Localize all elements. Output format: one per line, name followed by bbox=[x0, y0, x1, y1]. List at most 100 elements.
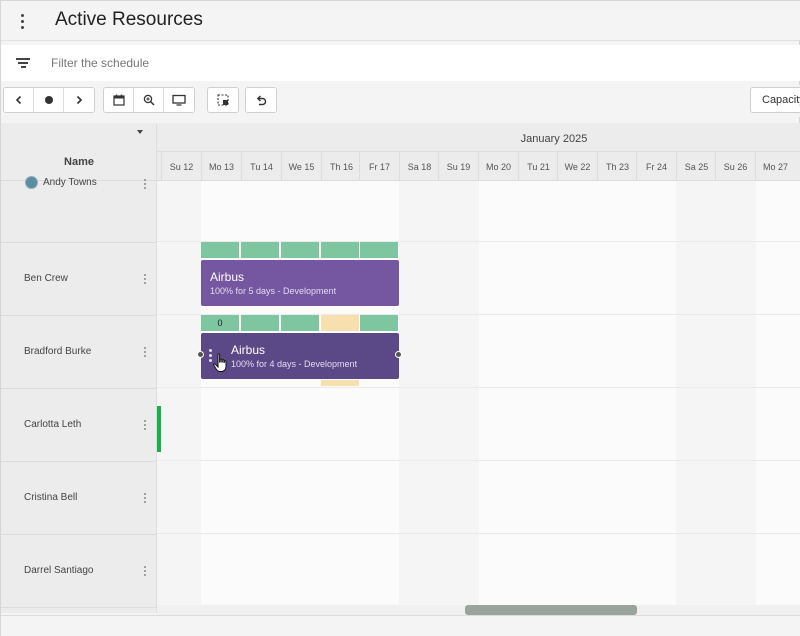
timeline-header: January 2025 S Su 12 Mo 13 Tu 14 We 15 T… bbox=[157, 123, 800, 181]
month-label: January 2025 bbox=[520, 133, 588, 145]
scheduler-app: Active Resources Filter the schedule Cap… bbox=[0, 0, 800, 636]
day-header[interactable]: Tu 14 bbox=[241, 152, 281, 180]
histogram-cell bbox=[241, 315, 280, 331]
circle-today-icon bbox=[44, 96, 53, 104]
horizontal-scrollbar[interactable] bbox=[157, 605, 800, 615]
today-button[interactable] bbox=[34, 88, 64, 112]
undo-button-group bbox=[245, 87, 277, 113]
day-header[interactable]: Su 12 bbox=[161, 152, 201, 180]
day-header[interactable]: Th 16 bbox=[321, 152, 361, 180]
selection-icon bbox=[217, 94, 229, 106]
row-kebab-icon[interactable] bbox=[143, 420, 147, 430]
day-header[interactable]: Fr 24 bbox=[636, 152, 676, 180]
app-header: Active Resources bbox=[1, 1, 800, 41]
event-name: Airbus bbox=[231, 343, 266, 357]
caret-down-icon[interactable] bbox=[137, 130, 143, 134]
name-column-label: Name bbox=[64, 156, 94, 168]
resource-name: Cristina Bell bbox=[24, 492, 78, 503]
zoom-button[interactable] bbox=[134, 88, 164, 112]
histogram-cell bbox=[360, 315, 399, 331]
day-header[interactable]: We 15 bbox=[281, 152, 321, 180]
row-kebab-icon[interactable] bbox=[143, 566, 147, 576]
kebab-vertical-icon[interactable] bbox=[15, 11, 29, 31]
histogram-cell bbox=[241, 242, 280, 258]
weekend-shade bbox=[157, 181, 201, 607]
day-header[interactable]: Mo 13 bbox=[201, 152, 241, 180]
fit-view-button[interactable] bbox=[164, 88, 194, 112]
day-header[interactable]: Mo 27 bbox=[755, 152, 795, 180]
event-description: 100% for 5 days - Development bbox=[210, 286, 337, 296]
day-header[interactable]: Th 23 bbox=[597, 152, 637, 180]
calendar-icon bbox=[112, 94, 125, 106]
row-kebab-icon[interactable] bbox=[143, 274, 147, 284]
resource-row[interactable]: Bradford Burke bbox=[1, 316, 156, 389]
monitor-icon bbox=[172, 94, 186, 106]
resource-row[interactable]: Ben Crew bbox=[1, 243, 156, 316]
histogram-cell bbox=[360, 242, 399, 258]
filter-bar bbox=[1, 45, 800, 81]
weekend-shade bbox=[676, 181, 756, 607]
histogram-cell bbox=[281, 242, 320, 258]
selection-button[interactable] bbox=[208, 88, 238, 112]
resource-row[interactable]: Cristina Bell bbox=[1, 462, 156, 535]
view-button-group bbox=[103, 87, 195, 113]
select-button-group bbox=[207, 87, 239, 113]
day-header[interactable]: S bbox=[157, 152, 159, 180]
event-bar-dragging[interactable]: Airbus 100% for 4 days - Development bbox=[201, 333, 399, 379]
row-divider bbox=[157, 387, 800, 388]
resize-handle-left[interactable] bbox=[197, 351, 204, 358]
day-header[interactable]: Mo 20 bbox=[478, 152, 518, 180]
page-title: Active Resources bbox=[55, 9, 203, 30]
filter-lines-icon[interactable] bbox=[16, 58, 30, 68]
event-description: 100% for 4 days - Development bbox=[231, 359, 358, 369]
resource-name: Darrel Santiago bbox=[24, 565, 94, 576]
capacity-button[interactable]: Capacity bbox=[750, 87, 800, 113]
resource-name: Bradford Burke bbox=[24, 346, 92, 357]
day-header[interactable]: Sa 25 bbox=[676, 152, 716, 180]
resource-name: Ben Crew bbox=[24, 273, 68, 284]
histogram-cell bbox=[281, 315, 320, 331]
resource-name: Carlotta Leth bbox=[24, 419, 82, 430]
resource-row[interactable]: Andy Towns bbox=[1, 176, 156, 243]
zoom-icon bbox=[143, 94, 155, 106]
nav-button-group bbox=[3, 87, 95, 113]
undo-button[interactable] bbox=[246, 88, 276, 112]
histogram-cell: 0 bbox=[201, 315, 240, 331]
next-button[interactable] bbox=[64, 88, 94, 112]
histogram-cell-warning bbox=[321, 380, 360, 386]
row-divider bbox=[157, 460, 800, 461]
day-header[interactable]: Su 19 bbox=[438, 152, 478, 180]
timeline-body[interactable]: Airbus 100% for 5 days - Development 0 A… bbox=[157, 181, 800, 607]
resource-pane: Name Andy Towns Ben Crew Bradford Burke … bbox=[1, 123, 157, 613]
previous-button[interactable] bbox=[4, 88, 34, 112]
row-kebab-icon[interactable] bbox=[143, 179, 147, 189]
footer-bar bbox=[1, 615, 800, 636]
resource-row[interactable]: Carlotta Leth bbox=[1, 389, 156, 462]
resource-name: Andy Towns bbox=[43, 177, 97, 188]
row-kebab-icon[interactable] bbox=[143, 493, 147, 503]
histogram-cell-warning bbox=[321, 315, 360, 331]
day-header[interactable]: Su 26 bbox=[715, 152, 755, 180]
drop-indicator bbox=[157, 406, 161, 452]
resource-row[interactable]: Darrel Santiago bbox=[1, 535, 156, 608]
avatar bbox=[25, 176, 38, 189]
hand-cursor-icon bbox=[213, 353, 227, 372]
date-picker-button[interactable] bbox=[104, 88, 134, 112]
undo-icon bbox=[256, 95, 267, 106]
histogram-cell bbox=[321, 242, 360, 258]
name-column-header[interactable]: Name bbox=[1, 123, 156, 181]
row-kebab-icon[interactable] bbox=[143, 347, 147, 357]
toolbar: Capacity bbox=[1, 85, 800, 117]
chevron-left-icon bbox=[15, 95, 21, 105]
event-bar[interactable]: Airbus 100% for 5 days - Development bbox=[201, 260, 399, 306]
event-name: Airbus bbox=[210, 270, 245, 284]
day-header[interactable]: Tu 21 bbox=[518, 152, 558, 180]
day-header[interactable]: Sa 18 bbox=[399, 152, 439, 180]
resize-handle-right[interactable] bbox=[395, 351, 402, 358]
weekend-shade bbox=[399, 181, 479, 607]
day-header[interactable]: We 22 bbox=[557, 152, 597, 180]
day-header[interactable]: Fr 17 bbox=[359, 152, 399, 180]
filter-input[interactable] bbox=[51, 53, 451, 73]
scrollbar-thumb[interactable] bbox=[465, 605, 637, 615]
row-divider bbox=[157, 533, 800, 534]
